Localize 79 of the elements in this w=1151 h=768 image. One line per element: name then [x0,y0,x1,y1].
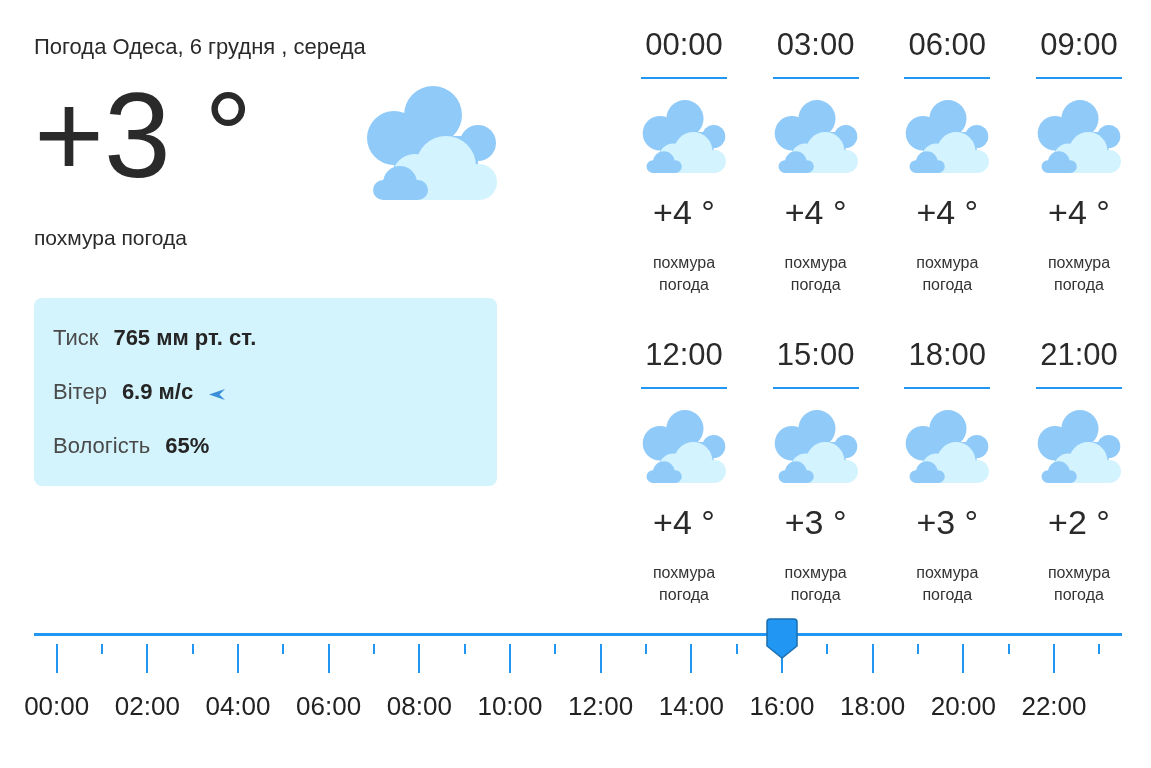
scale-tick [418,644,421,673]
scale-tick [826,644,829,654]
hour-description: похмура погода [915,563,980,605]
scale-tick [871,644,874,673]
scale-tick [373,644,375,654]
hour-description: похмура погода [915,253,980,295]
detail-label: Тиск [53,325,99,351]
scale-tick [463,644,466,654]
hour-description: похмура погода [783,563,848,605]
time-label: 06:00 [296,691,362,721]
cloud-icon [1036,100,1121,173]
scale-tick [191,644,194,654]
hour-label: 15:00 [776,337,855,373]
scale-tick [327,644,330,673]
detail-value: 6.9 м/с [121,379,194,405]
cloud-icon [366,86,497,200]
time-label: 18:00 [840,691,906,721]
hour-description: похмура погода [783,253,848,295]
hour-label: 18:00 [908,337,987,373]
hour-label: 06:00 [908,27,987,63]
cloud-icon [905,100,990,173]
hour-temperature: +4 ° [653,192,715,232]
scale-tick [690,644,693,673]
scale-tick [962,644,965,673]
hour-label: 12:00 [645,337,723,373]
scale-tick [554,644,557,654]
scale-tick [101,644,103,654]
scale-tick [509,644,511,673]
scale-tick [1007,644,1010,654]
scale-tick [146,644,149,673]
time-label: 20:00 [930,691,996,721]
scale-tick [645,644,647,654]
time-label: 04:00 [205,691,271,721]
time-label: 00:00 [24,691,90,721]
hour-label: 03:00 [776,27,855,63]
hour-label: 00:00 [645,27,723,63]
detail-value: 765 мм рт. ст. [113,325,257,351]
time-label: 10:00 [477,691,543,721]
cloud-icon [642,100,726,173]
hour-temperature: +3 ° [784,502,847,542]
scale-tick [282,644,285,654]
cloud-icon [905,410,990,483]
detail-value: 65% [165,433,210,459]
cloud-icon [1036,410,1121,483]
scale-tick [1053,644,1055,673]
hour-temperature: +2 ° [1048,502,1110,542]
time-label: 14:00 [658,691,724,721]
scale-tick [735,644,738,654]
cloud-icon [773,100,858,173]
scale-tick [55,644,58,673]
slider-thumb[interactable] [766,618,798,659]
detail-label: Вітер [53,379,107,405]
cloud-icon [773,410,858,483]
time-label: 16:00 [749,691,815,721]
hour-description: похмура погода [651,253,717,295]
time-label: 08:00 [386,691,452,721]
hour-description: похмура погода [1046,253,1112,295]
arrowhead-icon [209,388,226,400]
scale-tick [1098,644,1101,654]
time-label: 02:00 [114,691,180,721]
hour-label: 21:00 [1040,337,1118,373]
weather-description: похмура погода [34,225,188,251]
hour-description: похмура погода [1046,563,1112,605]
scale-tick [917,644,919,654]
current-temperature: +3 ° [34,75,253,195]
hour-description: похмура погода [651,563,717,605]
time-label: 12:00 [568,691,634,721]
cloud-icon [642,410,726,483]
hour-temperature: +4 ° [1048,192,1110,232]
hour-temperature: +3 ° [916,502,979,542]
hour-temperature: +4 ° [916,192,979,232]
hour-label: 09:00 [1040,27,1118,63]
page-title: Погода Одеса, 6 грудня , середа [34,33,367,61]
hour-temperature: +4 ° [784,192,847,232]
detail-label: Вологість [53,433,151,459]
scale-tick [237,644,239,673]
hour-temperature: +4 ° [653,502,715,542]
scale-tick [599,644,602,673]
time-label: 22:00 [1021,691,1087,721]
